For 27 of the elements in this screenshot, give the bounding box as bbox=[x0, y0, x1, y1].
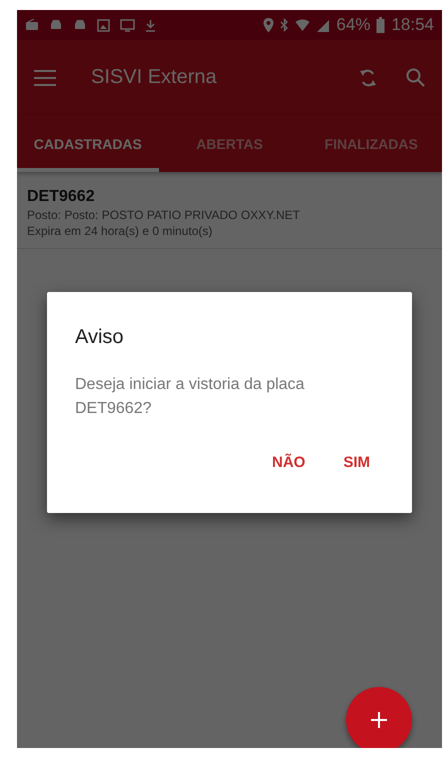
menu-icon[interactable] bbox=[34, 70, 56, 86]
dialog-title: Aviso bbox=[75, 326, 125, 349]
list-item[interactable]: DET9662 Posto: Posto: POSTO PATIO PRIVADO OXXY.NET Expira em 24 hora(s) e 0 minuto(s) bbox=[17, 180, 442, 249]
dialog-message: Deseja iniciar a vistoria da placa DET9662? bbox=[75, 375, 306, 419]
monitor-icon bbox=[120, 18, 135, 32]
search-icon[interactable] bbox=[406, 68, 425, 87]
clock-time: 18:54 bbox=[391, 15, 434, 35]
plate-number: DET9662 bbox=[27, 188, 96, 206]
car-icon bbox=[73, 19, 87, 31]
plus-icon bbox=[371, 712, 387, 728]
image-icon bbox=[97, 18, 110, 32]
download-icon bbox=[145, 18, 156, 32]
sync-icon[interactable] bbox=[360, 66, 376, 88]
post-text: Posto: Posto: POSTO PATIO PRIVADO OXXY.NET bbox=[27, 208, 301, 222]
car-icon bbox=[49, 19, 63, 31]
expiry-text: Expira em 24 hora(s) e 0 minuto(s) bbox=[27, 224, 214, 238]
battery-percentage: 64% bbox=[336, 15, 370, 35]
app-title: SISVI Externa bbox=[91, 66, 218, 89]
tab[interactable]: CADASTRADAS bbox=[17, 115, 159, 172]
radio-icon bbox=[25, 19, 39, 31]
signal-icon bbox=[316, 18, 330, 32]
location-icon bbox=[263, 18, 274, 32]
dialog-button[interactable]: SIM bbox=[339, 448, 374, 477]
bluetooth-icon bbox=[280, 18, 290, 32]
battery-icon bbox=[376, 17, 386, 33]
wifi-icon bbox=[295, 18, 310, 32]
dialog-button[interactable]: NÃO bbox=[268, 448, 310, 477]
